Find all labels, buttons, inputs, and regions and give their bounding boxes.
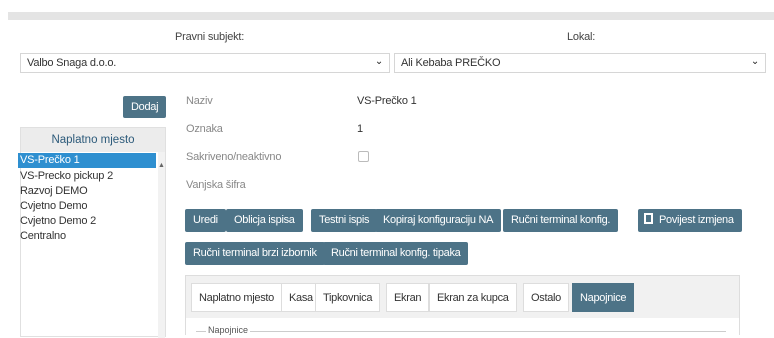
rucni-terminal-brzi-izbornik-button[interactable]: Ručni terminal brzi izbornik bbox=[185, 242, 325, 265]
tab-content-panel bbox=[186, 318, 739, 338]
list-item[interactable]: Centralno bbox=[18, 229, 156, 244]
naziv-value: VS-Prečko 1 bbox=[357, 95, 417, 107]
scroll-up-icon: ▲ bbox=[158, 162, 165, 169]
povijest-izmjena-label: Povijest izmjena bbox=[659, 214, 734, 226]
tab-ekran-za-kupca[interactable]: Ekran za kupca bbox=[429, 283, 517, 312]
tab-napojnice[interactable]: Napojnice bbox=[572, 283, 635, 312]
tab-tipkovnica[interactable]: Tipkovnica bbox=[315, 283, 381, 312]
vanjska-sifra-label: Vanjska šifra bbox=[186, 179, 246, 191]
rucni-terminal-konfig-button[interactable]: Ručni terminal konfig. bbox=[503, 209, 619, 232]
pravni-subjekt-value: Valbo Snaga d.o.o. bbox=[27, 57, 117, 69]
chevron-down-icon: ⌄ bbox=[374, 56, 383, 67]
list-item[interactable]: Razvoj DEMO bbox=[18, 184, 156, 199]
sakriveno-label: Sakriveno/neaktivno bbox=[186, 151, 282, 163]
lokal-select[interactable]: Ali Kebaba PREČKO ⌄ bbox=[394, 53, 766, 73]
list-item[interactable]: VS-Prečko 1 bbox=[18, 153, 156, 168]
kopiraj-konfiguraciju-button[interactable]: Kopiraj konfiguraciju NA bbox=[375, 209, 502, 232]
oznaka-value: 1 bbox=[357, 123, 363, 135]
oblicja-ispisa-button[interactable]: Oblicja ispisa bbox=[226, 209, 303, 232]
sakriveno-checkbox[interactable] bbox=[358, 151, 369, 162]
pravni-subjekt-label: Pravni subjekt: bbox=[175, 31, 245, 43]
list-item[interactable]: Cvjetno Demo 2 bbox=[18, 214, 156, 229]
list-scrollbar[interactable]: ▲ bbox=[158, 152, 165, 338]
document-icon bbox=[644, 213, 653, 224]
tab-ekran[interactable]: Ekran bbox=[386, 283, 430, 312]
naziv-label: Naziv bbox=[186, 95, 213, 107]
chevron-down-icon: ⌄ bbox=[750, 56, 759, 67]
list-header: Naplatno mjesto bbox=[21, 128, 165, 152]
add-button[interactable]: Dodaj bbox=[123, 96, 167, 118]
rucni-terminal-konfig-tipaka-button[interactable]: Ručni terminal konfig. tipaka bbox=[323, 242, 469, 265]
tab-ostalo[interactable]: Ostalo bbox=[523, 283, 569, 312]
top-divider bbox=[8, 12, 774, 20]
uredi-button[interactable]: Uredi bbox=[185, 209, 226, 232]
testni-ispis-button[interactable]: Testni ispis bbox=[311, 209, 378, 232]
pravni-subjekt-select[interactable]: Valbo Snaga d.o.o. ⌄ bbox=[20, 53, 390, 73]
list-item[interactable]: VS-Precko pickup 2 bbox=[18, 169, 156, 184]
section-legend: Napojnice bbox=[206, 325, 251, 335]
fieldset-border bbox=[196, 331, 726, 332]
povijest-izmjena-button[interactable]: Povijest izmjena bbox=[638, 209, 742, 232]
tab-naplatno-mjesto[interactable]: Naplatno mjesto bbox=[191, 283, 282, 312]
oznaka-label: Oznaka bbox=[186, 123, 223, 135]
list-item[interactable]: Cvjetno Demo bbox=[18, 199, 156, 214]
lokal-value: Ali Kebaba PREČKO bbox=[401, 57, 501, 69]
lokal-label: Lokal: bbox=[567, 31, 596, 43]
